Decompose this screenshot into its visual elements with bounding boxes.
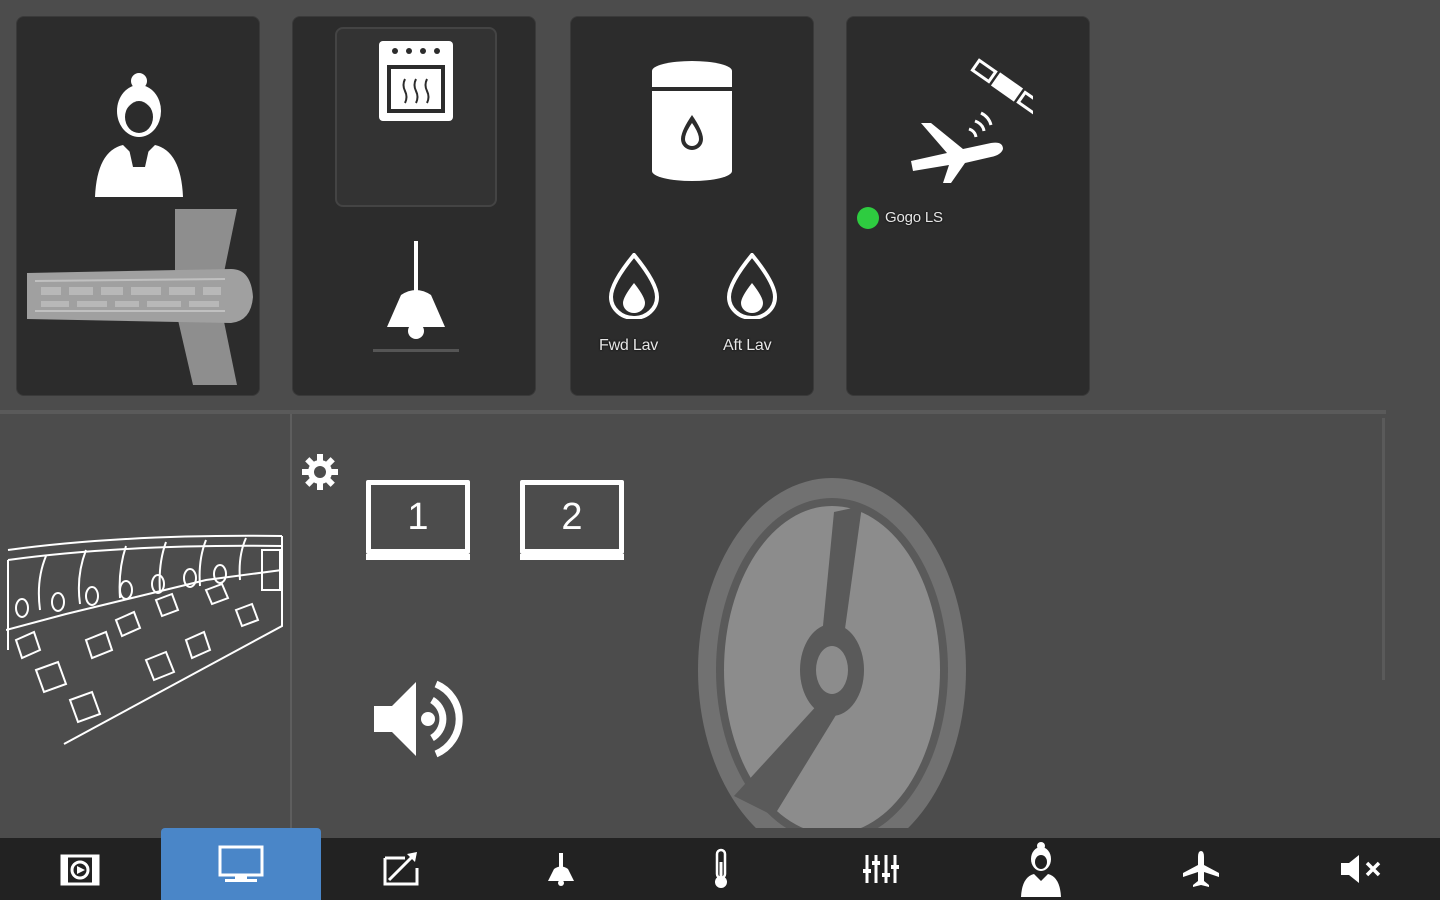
attendant-icon xyxy=(95,73,183,197)
nav-mute-button[interactable] xyxy=(1281,838,1440,900)
attendant-icon xyxy=(1021,842,1061,897)
fwd-lav-label: Fwd Lav xyxy=(599,337,659,354)
mute-icon xyxy=(1341,855,1381,883)
light-icon xyxy=(548,853,574,886)
media-icon xyxy=(60,854,100,886)
moving-map-icon xyxy=(383,852,419,886)
aft-lav-label: Aft Lav xyxy=(723,337,772,354)
disc-player-icon[interactable] xyxy=(694,476,970,828)
monitor-2-button[interactable]: 2 xyxy=(520,480,624,562)
airplane-icon xyxy=(1183,851,1219,887)
monitor-1-button[interactable]: 1 xyxy=(366,480,470,562)
nav-temperature-button[interactable] xyxy=(641,838,801,900)
nav-monitor-button[interactable] xyxy=(161,828,321,900)
nav-flight-info-button[interactable] xyxy=(1121,838,1281,900)
aircraft-zones-icon[interactable] xyxy=(25,207,255,387)
cabin-seating-illustration[interactable] xyxy=(6,530,286,750)
connectivity-status-label: Gogo LS xyxy=(885,209,943,226)
thermometer-icon xyxy=(715,848,727,888)
nav-lighting-button[interactable] xyxy=(481,838,641,900)
water-tile: Fwd Lav Aft Lav xyxy=(570,16,814,396)
fwd-lav-flame-icon[interactable] xyxy=(609,253,659,319)
oven-icon xyxy=(379,41,453,121)
attendant-tile[interactable] xyxy=(16,16,260,396)
section-divider xyxy=(0,410,1386,414)
nav-moving-map-button[interactable] xyxy=(321,838,481,900)
nav-media-button[interactable] xyxy=(0,838,160,900)
panel-divider xyxy=(290,414,292,828)
nav-attendant-button[interactable] xyxy=(961,838,1121,900)
galley-light-icon[interactable] xyxy=(371,239,461,359)
mixer-icon xyxy=(863,855,899,883)
monitor-1-label: 1 xyxy=(366,480,470,554)
aft-lav-flame-icon[interactable] xyxy=(727,253,777,319)
right-edge-divider xyxy=(1382,418,1385,680)
oven-button[interactable] xyxy=(335,27,497,207)
gear-icon[interactable] xyxy=(300,452,340,492)
speaker-volume-icon[interactable] xyxy=(370,676,480,762)
galley-tile xyxy=(292,16,536,396)
monitor-icon xyxy=(218,845,264,882)
monitor-2-label: 2 xyxy=(520,480,624,554)
bottom-nav-bar xyxy=(0,828,1440,900)
connectivity-tile[interactable]: Gogo LS xyxy=(846,16,1090,396)
satellite-airplane-icon xyxy=(911,58,1033,183)
connectivity-status-dot xyxy=(857,207,879,229)
nav-audio-mixer-button[interactable] xyxy=(801,838,961,900)
water-tank-icon[interactable] xyxy=(649,59,735,185)
